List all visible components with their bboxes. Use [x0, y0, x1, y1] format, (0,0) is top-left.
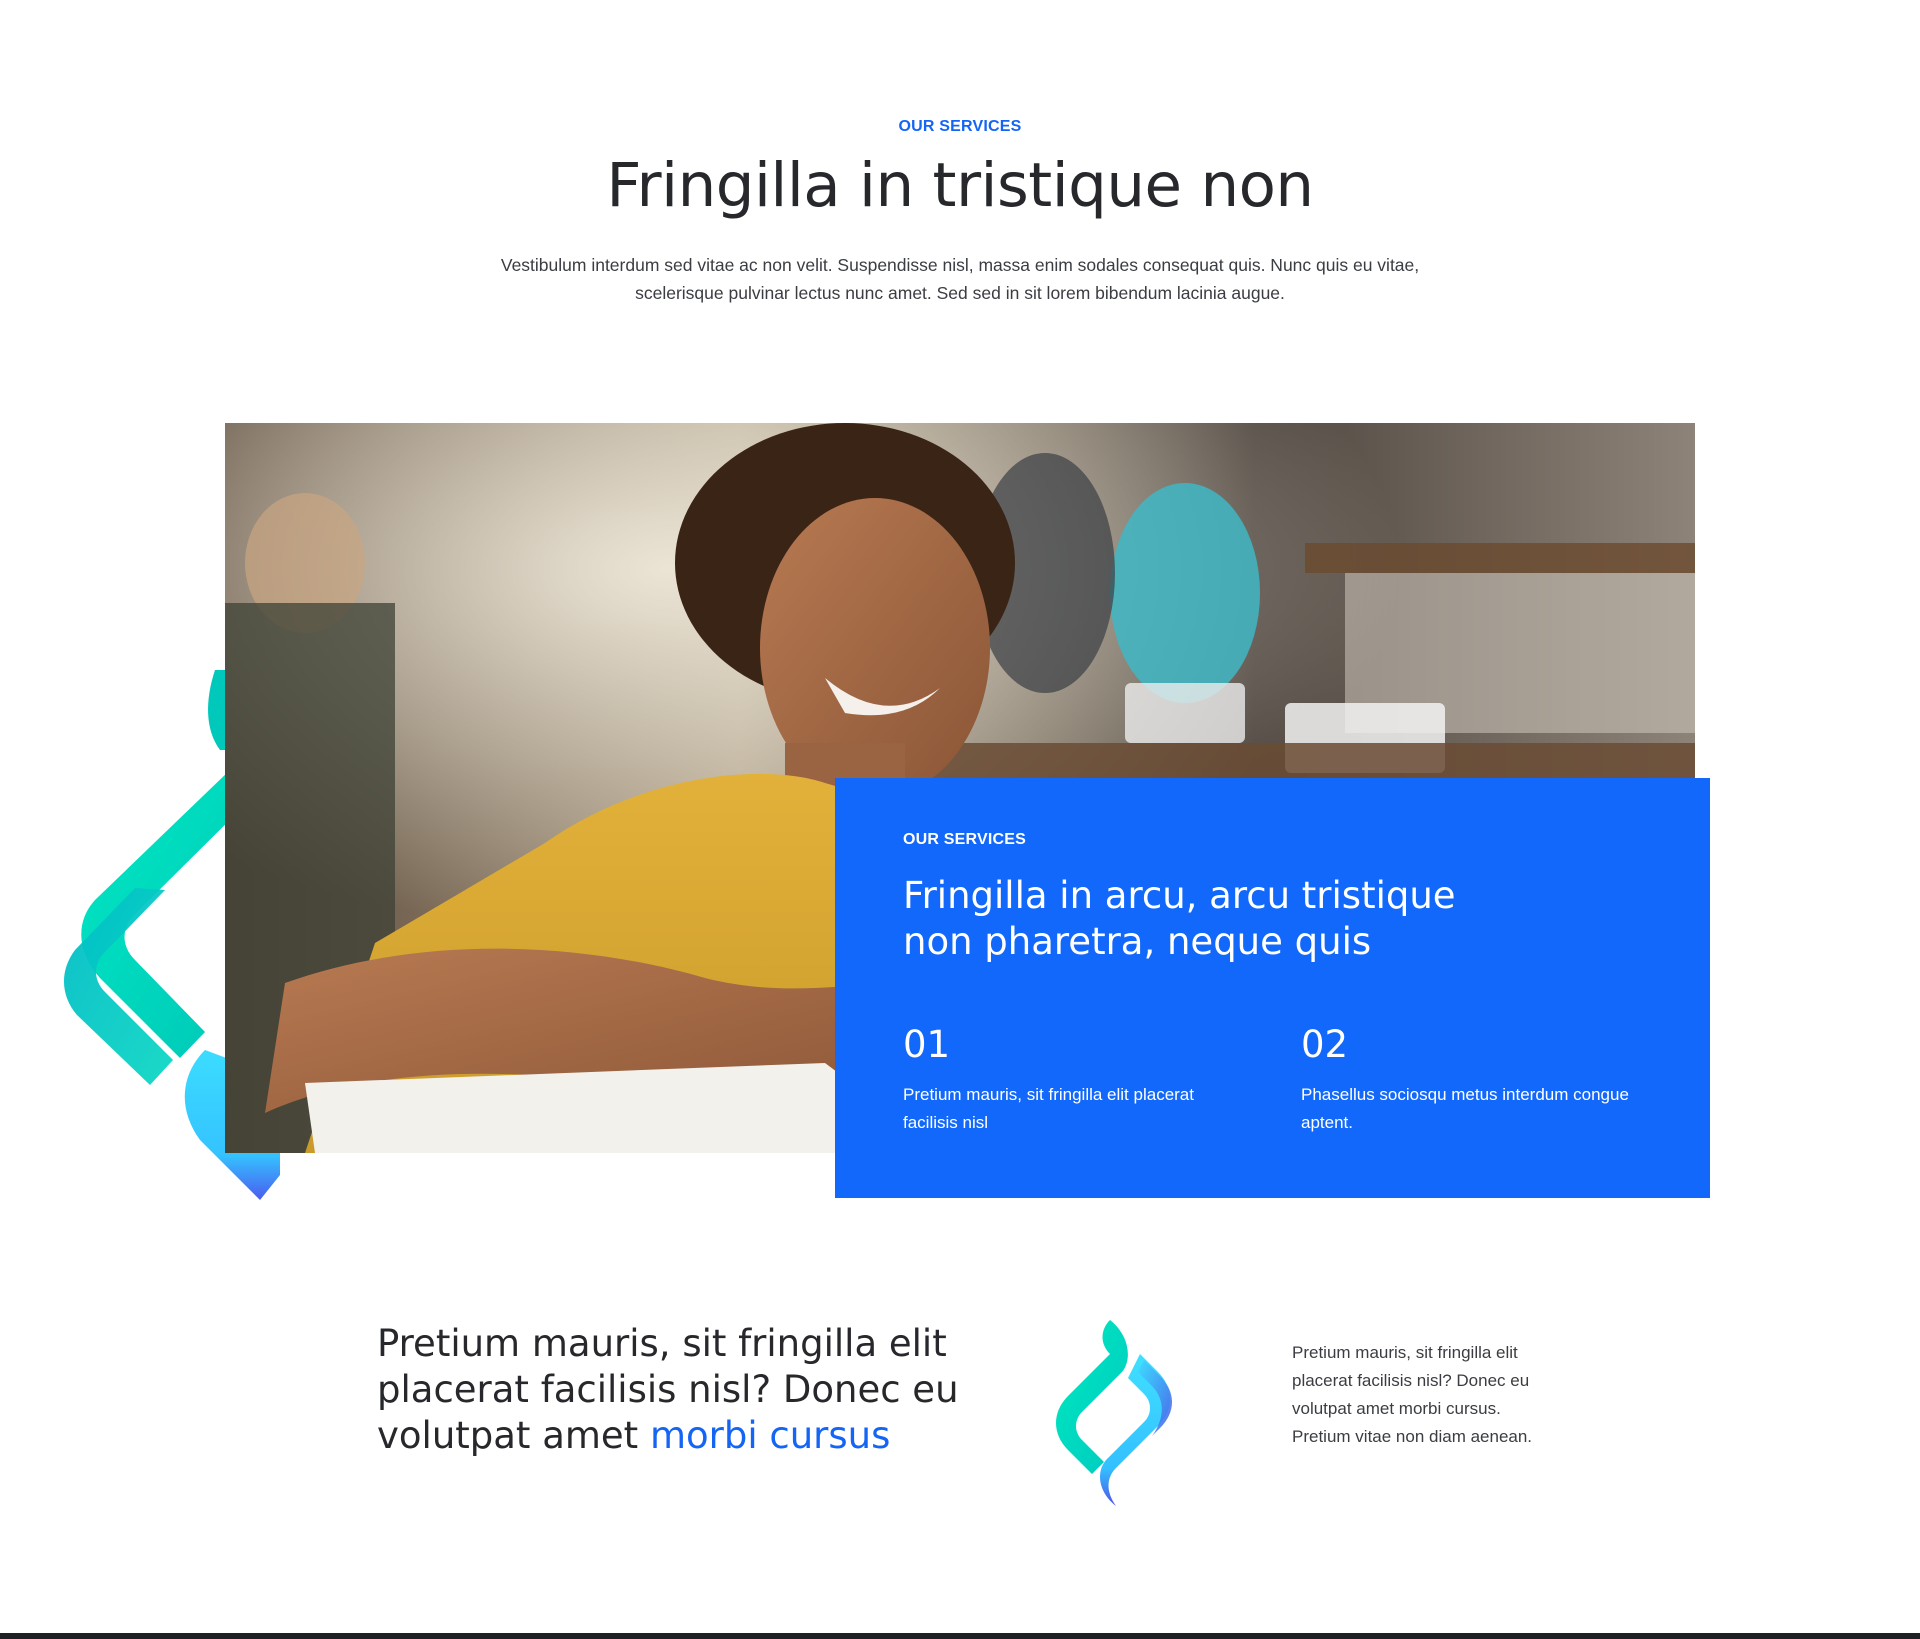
card-eyebrow: OUR SERVICES: [903, 831, 1027, 848]
bottom-heading: Pretium mauris, sit fringilla elit place…: [377, 1321, 977, 1459]
bottom-text: Pretium mauris, sit fringilla elit place…: [1292, 1343, 1533, 1446]
footer-edge: [0, 1633, 1920, 1639]
feature-number: 02: [1301, 1023, 1349, 1066]
service-card: OUR SERVICES Fringilla in arcu, arcu tri…: [835, 778, 1710, 1198]
section-eyebrow: OUR SERVICES: [898, 118, 1022, 135]
brand-logo-icon: [1056, 1320, 1172, 1506]
feature-number: 01: [903, 1023, 951, 1066]
feature-item: 02 Phasellus sociosqu metus interdum con…: [1301, 1023, 1641, 1137]
card-title: Fringilla in arcu, arcu tristique non ph…: [903, 874, 1456, 963]
bottom-heading-accent: morbi cursus: [649, 1414, 891, 1457]
page-title: Fringilla in tristique non: [606, 150, 1314, 221]
feature-text: Phasellus sociosqu metus interdum congue…: [1301, 1085, 1629, 1132]
feature-item: 01 Pretium mauris, sit fringilla elit pl…: [903, 1023, 1243, 1137]
section-intro: Vestibulum interdum sed vitae ac non vel…: [500, 255, 1420, 303]
feature-text: Pretium mauris, sit fringilla elit place…: [903, 1085, 1194, 1132]
